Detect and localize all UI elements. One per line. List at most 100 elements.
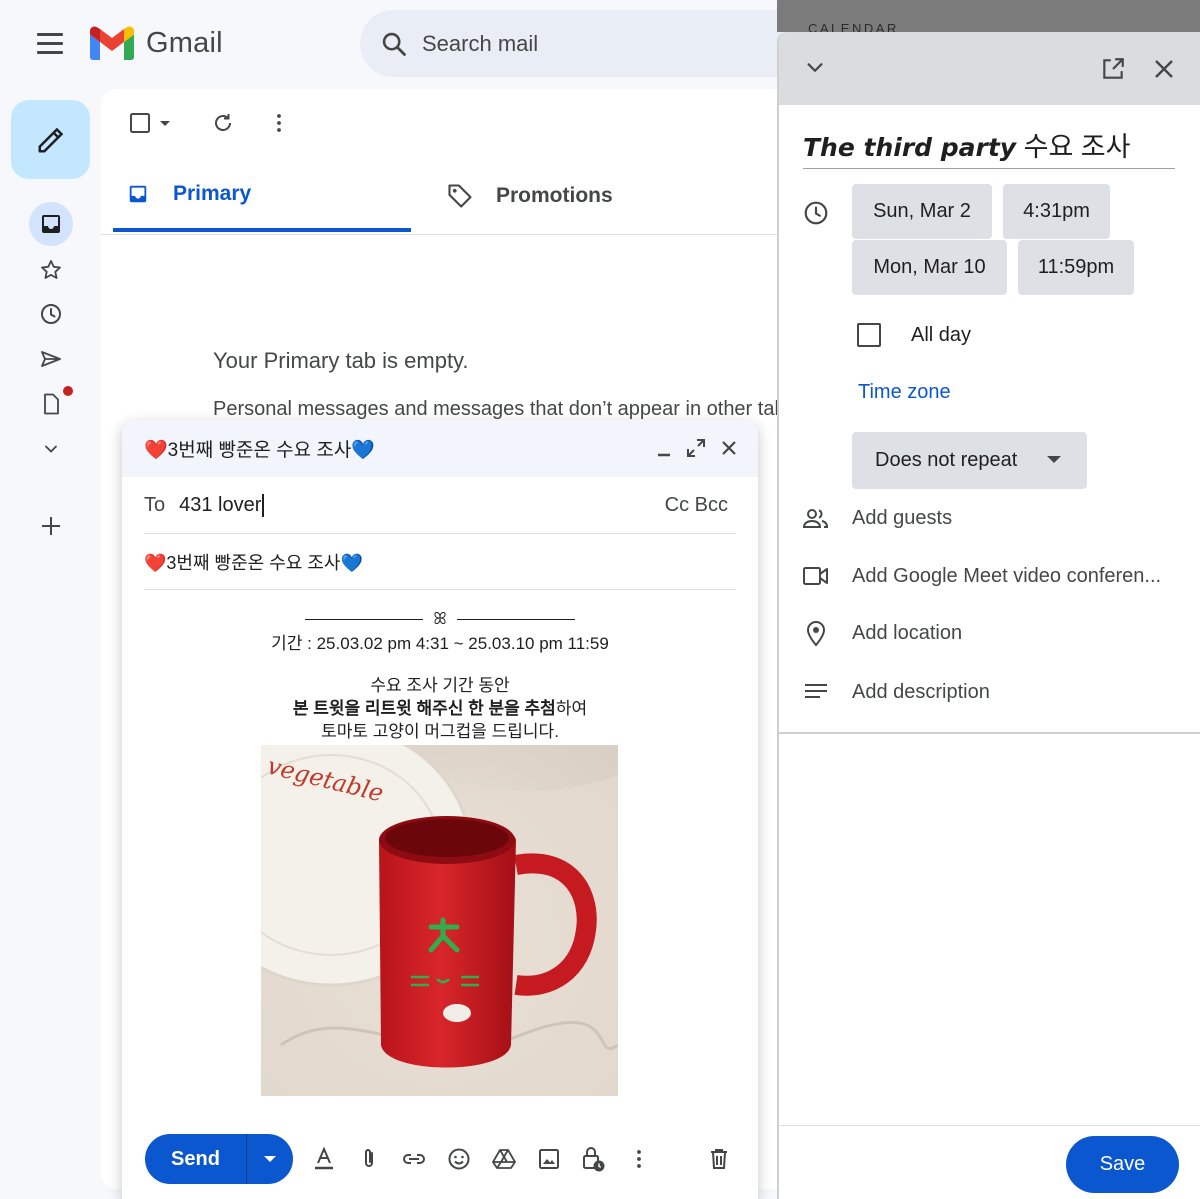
calendar-section-divider: [779, 732, 1200, 734]
cc-bcc-link[interactable]: Cc Bcc: [665, 494, 728, 517]
event-title-rest: 수요 조사: [1016, 132, 1131, 162]
add-meet-row[interactable]: Add Google Meet video conferen...: [779, 556, 1200, 596]
subject-row[interactable]: ❤️3번째 빵준온 수요 조사💙: [144, 534, 736, 590]
event-title-italic: The third party: [803, 133, 1017, 162]
all-day-label: All day: [911, 324, 972, 346]
more-options-button[interactable]: [266, 109, 292, 137]
refresh-icon: [215, 114, 231, 131]
plus-icon: [42, 517, 60, 535]
snoozed-nav-item[interactable]: [29, 292, 73, 336]
schedule-send-dropdown[interactable]: [247, 1134, 293, 1184]
divider-rule: [304, 619, 423, 621]
dropdown-arrow-icon: [1047, 456, 1061, 463]
confidential-mode-button[interactable]: [579, 1144, 609, 1174]
paperclip-icon: [365, 1149, 373, 1167]
video-camera-icon: [801, 561, 831, 591]
refresh-button[interactable]: [209, 109, 237, 137]
tabs-divider: [101, 234, 781, 235]
link-icon: [403, 1154, 425, 1164]
more-nav-item[interactable]: [29, 427, 73, 471]
clock-icon: [41, 304, 61, 324]
search-icon[interactable]: [380, 30, 408, 58]
compose-toolbar: Send: [122, 1134, 758, 1184]
chevron-down-icon[interactable]: [804, 57, 826, 79]
tag-icon: [448, 184, 472, 208]
body-line-1: 수요 조사 기간 동안: [370, 676, 510, 695]
body-period: 기간 : 25.03.02 pm 4:31 ~ 25.03.10 pm 11:5…: [271, 634, 609, 653]
discard-draft-button[interactable]: [704, 1144, 734, 1174]
tab-primary[interactable]: Primary: [113, 160, 411, 232]
select-all-checkbox[interactable]: [126, 110, 176, 136]
drive-icon: [492, 1149, 516, 1169]
create-label-button[interactable]: [29, 504, 73, 548]
sent-nav-item[interactable]: [29, 337, 73, 381]
insert-link-button[interactable]: [399, 1144, 429, 1174]
save-button[interactable]: Save: [1066, 1136, 1179, 1193]
more-vert-icon: [637, 1150, 641, 1168]
calendar-event-panel: The third party 수요 조사 Sun, Mar 2 4:31pm …: [777, 32, 1200, 1199]
more-vert-icon: [277, 114, 281, 132]
time-zone-link[interactable]: Time zone: [858, 381, 951, 404]
gmail-logo[interactable]: Gmail: [90, 26, 223, 60]
close-icon[interactable]: [720, 439, 738, 457]
to-label: To: [144, 494, 166, 516]
send-button[interactable]: Send: [145, 1134, 293, 1184]
compose-button[interactable]: [11, 100, 90, 179]
recipients-row[interactable]: To 431 lover Cc Bcc: [144, 478, 736, 534]
emoji-icon: [448, 1148, 470, 1170]
calendar-event-header: [779, 32, 1200, 105]
send-label: Send: [171, 1147, 220, 1170]
start-time-chip[interactable]: 4:31pm: [1003, 184, 1110, 239]
tab-promotions-label: Promotions: [496, 184, 613, 207]
add-meet-label: Add Google Meet video conferen...: [852, 564, 1162, 587]
caret-down-icon: [160, 121, 170, 126]
caret-down-icon: [264, 1156, 276, 1162]
trash-icon: [711, 1149, 727, 1169]
open-in-new-icon[interactable]: [1100, 56, 1126, 82]
empty-state-subtitle: Personal messages and messages that don’…: [213, 398, 778, 420]
attach-button[interactable]: [354, 1144, 384, 1174]
body-ornament-line: ꕤ: [122, 607, 758, 631]
insert-photo-button[interactable]: [534, 1144, 564, 1174]
emoji-button[interactable]: [444, 1144, 474, 1174]
tab-promotions[interactable]: Promotions: [446, 160, 613, 232]
more-options-button[interactable]: [624, 1144, 654, 1174]
inbox-nav-item[interactable]: [29, 202, 73, 246]
subject-input[interactable]: ❤️3번째 빵준온 수요 조사💙: [144, 549, 363, 575]
ornament-glyph: ꕤ: [433, 611, 447, 628]
calendar-panel-header-strip: CALENDAR: [777, 0, 1200, 36]
fullscreen-icon[interactable]: [686, 438, 706, 458]
search-bar[interactable]: [360, 10, 820, 77]
draft-file-icon: [44, 393, 59, 415]
lock-clock-icon: [583, 1147, 605, 1172]
drive-button[interactable]: [489, 1144, 519, 1174]
search-input[interactable]: [422, 30, 782, 57]
pencil-icon: [38, 127, 63, 152]
formatting-button[interactable]: [309, 1144, 339, 1174]
unread-dot: [63, 386, 73, 396]
mug-photo: vegetable: [261, 745, 618, 1096]
close-icon[interactable]: [1153, 58, 1175, 80]
to-input[interactable]: 431 lover: [179, 494, 265, 517]
body-line-2-bold: 본 트윗을 리트윗 해주신 한 분을 추첨: [292, 699, 556, 718]
start-date-chip[interactable]: Sun, Mar 2: [852, 184, 992, 239]
add-location-row[interactable]: Add location: [779, 613, 1200, 653]
all-day-checkbox[interactable]: [857, 323, 881, 347]
starred-nav-item[interactable]: [29, 248, 73, 292]
minimize-icon[interactable]: [656, 436, 672, 460]
add-guests-row[interactable]: Add guests: [779, 498, 1200, 538]
chevron-down-icon: [45, 445, 57, 453]
drafts-nav-item[interactable]: [29, 382, 73, 426]
main-menu-button[interactable]: [37, 33, 65, 55]
compose-window: ❤️3번째 빵준온 수요 조사💙 To 431 lover Cc Bcc ❤️3…: [122, 420, 758, 1199]
event-title-input[interactable]: The third party 수요 조사: [803, 125, 1175, 169]
end-date-chip[interactable]: Mon, Mar 10: [852, 240, 1007, 295]
notes-icon: [801, 677, 831, 707]
calendar-footer-divider: [779, 1125, 1200, 1126]
repeat-dropdown[interactable]: Does not repeat: [852, 432, 1087, 489]
add-description-row[interactable]: Add description: [779, 672, 1200, 712]
repeat-value: Does not repeat: [875, 449, 1018, 471]
people-icon: [801, 503, 831, 533]
add-guests-label: Add guests: [852, 506, 953, 529]
end-time-chip[interactable]: 11:59pm: [1018, 240, 1134, 295]
